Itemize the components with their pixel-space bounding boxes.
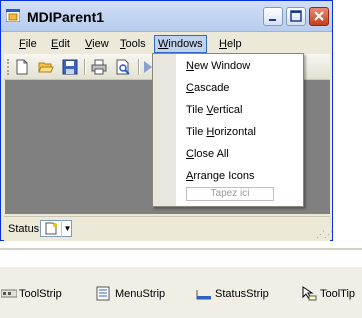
- maximize-button[interactable]: [286, 7, 306, 26]
- menu-item-mnemonic: N: [186, 60, 194, 72]
- menu-help-mnemonic: H: [219, 38, 227, 50]
- minimize-button[interactable]: [263, 7, 283, 26]
- close-icon: [314, 11, 324, 21]
- chevron-down-icon[interactable]: ▼: [61, 220, 73, 237]
- windows-dropdown-menu: New Window Cascade Tile Vertical Tile Ho…: [152, 53, 304, 207]
- menu-gutter: [153, 54, 176, 206]
- menu-windows-label: indows: [168, 38, 203, 50]
- menustrip-component[interactable]: MenuStrip: [115, 287, 165, 301]
- menu-item-close-all[interactable]: Close All: [186, 147, 229, 161]
- menu-item-tile-vertical[interactable]: Tile Vertical: [186, 103, 242, 117]
- status-bar: Status ▼ ⋰⋰: [4, 216, 333, 241]
- minimize-icon: [269, 19, 276, 21]
- menu-item-prefix: Tile: [186, 104, 207, 116]
- menu-item-cascade[interactable]: Cascade: [186, 81, 229, 95]
- menu-file-label: ile: [25, 38, 37, 50]
- menu-item-label: ew Window: [193, 60, 251, 72]
- toolstrip-icon: [1, 289, 17, 298]
- divider: [0, 248, 362, 251]
- component-tray: ToolStrip MenuStrip StatusStrip ToolTip: [0, 267, 362, 318]
- menu-item-label: ascade: [193, 82, 230, 94]
- statusstrip-component[interactable]: StatusStrip: [215, 287, 269, 301]
- app-icon: [6, 9, 20, 22]
- toolbar-grip[interactable]: [7, 59, 12, 75]
- menu-tools[interactable]: Tools: [117, 36, 149, 52]
- menu-item-label: rrange Icons: [193, 170, 255, 182]
- menu-windows[interactable]: Windows: [154, 35, 207, 53]
- menu-windows-mnemonic: W: [158, 38, 169, 50]
- menustrip-icon: [96, 286, 110, 301]
- window-title: MDIParent1: [27, 9, 105, 25]
- menu-item-tile-horizontal[interactable]: Tile Horizontal: [186, 125, 256, 139]
- open-folder-icon[interactable]: [38, 59, 54, 75]
- menu-item-label: lose All: [193, 148, 229, 160]
- title-bar[interactable]: MDIParent1: [1, 1, 332, 32]
- new-item-icon: [45, 222, 57, 235]
- menu-view-label: iew: [92, 38, 109, 50]
- menu-edit-label: dit: [58, 38, 70, 50]
- status-label: Status: [8, 223, 40, 235]
- menu-bar: File Edit View Tools Windows Help: [4, 32, 330, 54]
- menu-help-label: elp: [226, 38, 242, 50]
- print-icon[interactable]: [91, 59, 107, 75]
- statusstrip-icon: [196, 290, 211, 300]
- menu-file[interactable]: File: [16, 36, 40, 52]
- toolbar-separator: [84, 59, 86, 75]
- menu-file-mnemonic: F: [19, 38, 26, 50]
- menu-item-arrange-icons[interactable]: Arrange Icons: [186, 169, 255, 183]
- save-icon[interactable]: [62, 59, 78, 75]
- menu-item-prefix: Tile: [186, 126, 207, 138]
- maximize-icon: [290, 10, 302, 22]
- menu-item-label: orizontal: [214, 126, 256, 138]
- resize-grip-icon[interactable]: ⋰⋰: [316, 229, 333, 240]
- menu-item-new-window[interactable]: New Window: [186, 59, 250, 73]
- menu-tools-label: ools: [125, 38, 146, 50]
- print-preview-icon[interactable]: [115, 59, 131, 75]
- new-menu-item-input[interactable]: Tapez ici: [186, 187, 274, 201]
- menu-view[interactable]: View: [82, 36, 112, 52]
- toolbar-separator: [138, 59, 140, 75]
- new-file-icon[interactable]: [14, 59, 30, 75]
- menu-edit[interactable]: Edit: [48, 36, 73, 52]
- menu-item-mnemonic: C: [186, 82, 194, 94]
- menu-item-label: ertical: [213, 104, 243, 116]
- menu-item-mnemonic: C: [186, 148, 194, 160]
- toolstrip-component[interactable]: ToolStrip: [19, 287, 62, 301]
- tooltip-component[interactable]: ToolTip: [320, 287, 355, 301]
- tooltip-icon: [302, 286, 317, 301]
- close-button[interactable]: [309, 7, 329, 26]
- menu-help[interactable]: Help: [216, 36, 245, 52]
